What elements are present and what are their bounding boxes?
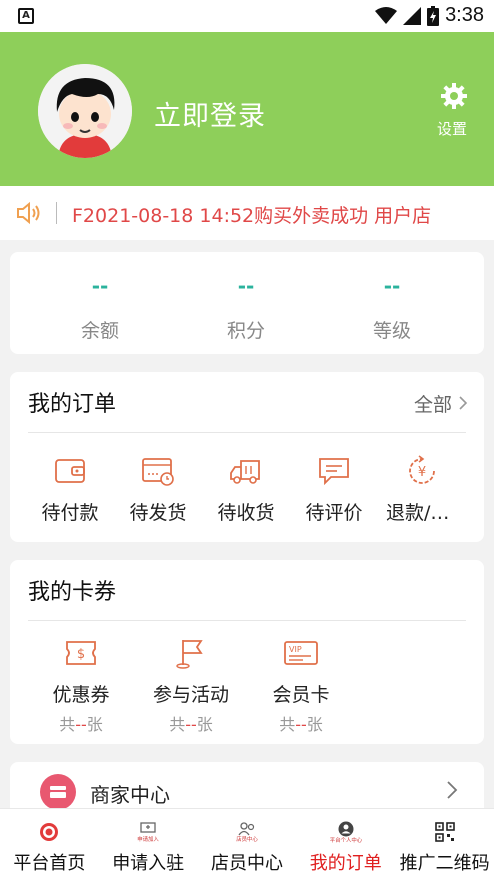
activity-item[interactable]: 参与活动 共--张	[146, 636, 236, 735]
comment-icon	[319, 458, 349, 486]
profile-header: 立即登录 设置	[0, 32, 494, 186]
orders-title: 我的订单	[28, 392, 117, 417]
stat-balance[interactable]: -- 余额	[50, 274, 150, 343]
tab-label: 平台首页	[13, 853, 86, 874]
divider	[28, 620, 466, 621]
coupon-label: 优惠券	[52, 684, 110, 706]
order-label: 待付款	[41, 502, 99, 524]
stats-card: -- 余额 -- 积分 -- 等级	[10, 252, 484, 354]
battery-icon	[427, 5, 440, 26]
tab-tiny-caption: 平台个人中心	[329, 836, 362, 844]
chevron-right-icon	[459, 396, 468, 410]
vip-card-icon: VIP	[284, 641, 318, 665]
order-pending-payment[interactable]: 待付款	[25, 454, 115, 525]
order-label: 待评价	[305, 502, 363, 524]
tab-staff-center[interactable]: 店员中心 店员中心	[198, 809, 297, 878]
settings-label: 设置	[436, 120, 467, 138]
store-icon	[40, 774, 76, 810]
tab-promo-qrcode[interactable]: 推广二维码	[395, 809, 494, 878]
notice-divider	[56, 202, 57, 224]
orders-all-link[interactable]: 全部	[414, 390, 468, 417]
activity-label: 参与活动	[152, 684, 229, 706]
member-card-count: 共--张	[279, 715, 323, 734]
stat-label: 等级	[372, 320, 411, 342]
orders-all-label: 全部	[413, 394, 452, 416]
order-pending-shipment[interactable]: 待发货	[113, 454, 203, 525]
login-link[interactable]: 立即登录	[154, 94, 266, 133]
wallet-icon	[55, 459, 85, 483]
settings-button[interactable]: 设置	[436, 82, 472, 139]
tab-tiny-caption: 申请加入	[137, 835, 160, 843]
chevron-right-icon	[447, 781, 458, 799]
bottom-tab-bar: 平台首页 申请加入 申请入驻 店员中心 店员中心 平台个人中心 我的订单 推广二…	[0, 808, 494, 878]
tab-tiny-caption: 店员中心	[236, 835, 258, 843]
notice-bar[interactable]: F2021-08-18 14:52购买外卖成功 用户店	[0, 186, 494, 240]
avatar-icon	[38, 64, 132, 158]
truck-icon	[230, 460, 260, 484]
qrcode-icon	[434, 822, 455, 842]
flag-icon	[176, 640, 203, 669]
user-icon	[338, 821, 354, 836]
tab-apply-join[interactable]: 申请加入 申请入驻	[99, 809, 198, 878]
clock: 3:38	[445, 4, 484, 26]
tab-label: 申请入驻	[112, 853, 185, 874]
apply-icon	[140, 821, 156, 833]
notice-text: F2021-08-18 14:52购买外卖成功 用户店	[72, 205, 432, 227]
stat-value: --	[383, 274, 401, 298]
svg-text:¥: ¥	[418, 465, 426, 480]
stat-label: 余额	[80, 320, 119, 342]
order-refund[interactable]: ¥ 退款/售后	[377, 454, 467, 525]
tab-platform-home[interactable]: 平台首页	[0, 809, 99, 878]
tab-my-orders[interactable]: 平台个人中心 我的订单	[296, 809, 395, 878]
member-card-label: 会员卡	[272, 684, 330, 706]
staff-icon	[238, 821, 255, 835]
svg-text:$: $	[77, 647, 85, 662]
stat-value: --	[237, 274, 255, 298]
wifi-icon	[375, 6, 398, 24]
status-bar: A 3:38	[0, 0, 494, 32]
coupon-count: 共--张	[59, 715, 103, 734]
member-card-item[interactable]: VIP 会员卡 共--张	[256, 636, 346, 735]
coupon-item[interactable]: $ 优惠券 共--张	[36, 636, 126, 735]
svg-text:VIP: VIP	[289, 645, 302, 654]
speaker-icon	[17, 201, 40, 225]
coupons-title: 我的卡券	[28, 580, 117, 605]
avatar[interactable]	[38, 64, 132, 158]
order-pending-review[interactable]: 待评价	[289, 454, 379, 525]
stat-value: --	[91, 274, 109, 298]
coupons-card: 我的卡券 $ 优惠券 共--张 参与活动 共--张 VIP 会员卡 共--张	[10, 560, 484, 744]
order-pending-receipt[interactable]: 待收货	[201, 454, 291, 525]
order-label: 退款/售后	[386, 502, 458, 524]
notification-a-icon: A	[18, 8, 34, 24]
order-label: 待发货	[129, 502, 187, 524]
stat-label: 积分	[226, 320, 265, 342]
divider	[28, 432, 466, 433]
tab-label: 推广二维码	[399, 853, 490, 874]
activity-count: 共--张	[169, 715, 213, 734]
orders-card: 我的订单 全部 待付款 待发货 待收货 待评价 ¥ 退款/售后	[10, 372, 484, 542]
calendar-clock-icon	[142, 458, 174, 486]
order-label: 待收货	[217, 502, 275, 524]
tab-label: 店员中心	[210, 853, 283, 874]
tab-label: 我的订单	[309, 853, 382, 874]
stat-level[interactable]: -- 等级	[342, 274, 442, 343]
refund-icon: ¥	[409, 455, 435, 484]
platform-home-icon	[40, 823, 59, 841]
coupon-icon: $	[66, 641, 96, 665]
signal-icon	[403, 6, 422, 25]
merchant-center-label: 商家中心	[90, 783, 170, 807]
gear-icon	[441, 83, 467, 109]
stat-points[interactable]: -- 积分	[196, 274, 296, 343]
